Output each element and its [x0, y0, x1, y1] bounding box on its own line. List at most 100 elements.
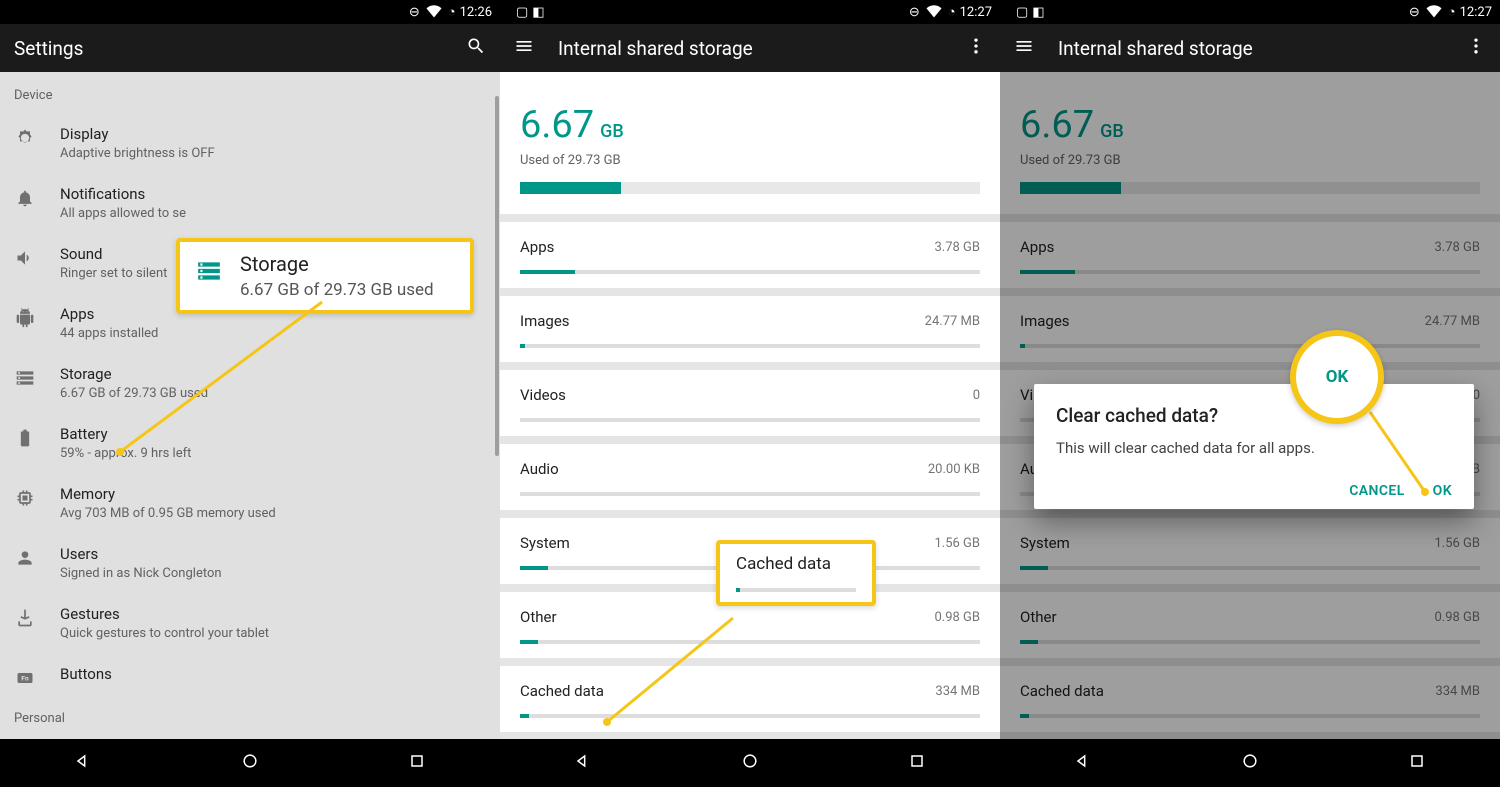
category-bar	[520, 640, 980, 644]
brightness-icon	[14, 127, 36, 149]
settings-list: Device DisplayAdaptive brightness is OFF…	[0, 72, 500, 739]
status-bar: ▢ ◧ ⊖ ◔ 12:27	[1000, 0, 1500, 24]
callout-cached: Cached data	[716, 540, 876, 606]
home-button[interactable]	[240, 751, 260, 775]
usage-bar	[520, 182, 980, 194]
category-name: Audio	[520, 460, 559, 478]
bell-icon	[14, 187, 36, 209]
dialog-title: Clear cached data?	[1056, 404, 1452, 427]
category-size: 20.00 KB	[928, 462, 980, 477]
recents-button[interactable]	[907, 751, 927, 775]
category-bar	[520, 344, 980, 348]
clock: 12:27	[960, 5, 992, 20]
setting-title: Buttons	[60, 665, 112, 683]
setting-memory[interactable]: Memory Avg 703 MB of 0.95 GB memory used	[0, 473, 500, 533]
setting-gesture[interactable]: Gestures Quick gestures to control your t…	[0, 593, 500, 653]
category-size: 334 MB	[935, 684, 980, 699]
category-size: 24.77 MB	[925, 314, 980, 329]
loading-icon: ◔	[948, 4, 956, 20]
category-videos[interactable]: Videos 0	[500, 370, 1000, 436]
category-size: 0	[973, 388, 980, 403]
category-audio[interactable]: Audio 20.00 KB	[500, 444, 1000, 510]
back-button[interactable]	[573, 751, 593, 775]
category-apps[interactable]: Apps 3.78 GB	[500, 222, 1000, 288]
fn-icon: Fn	[14, 667, 36, 689]
storage-icon	[14, 367, 36, 389]
search-button[interactable]	[466, 36, 486, 60]
wifi-icon	[924, 0, 944, 24]
setting-title: Apps	[60, 305, 158, 323]
manage-storage-partial[interactable]: Manage storage	[520, 72, 980, 73]
setting-subtitle: 59% - approx. 9 hrs left	[60, 446, 191, 461]
setting-title: Display	[60, 125, 215, 143]
cancel-button[interactable]: CANCEL	[1349, 483, 1404, 499]
hamburger-button[interactable]	[514, 36, 534, 60]
pane-dialog: ▢ ◧ ⊖ ◔ 12:27 Internal shared storage Ma…	[1000, 0, 1500, 787]
home-button[interactable]	[1240, 751, 1260, 775]
setting-title: Memory	[60, 485, 276, 503]
used-value: 6.67	[520, 103, 594, 147]
dialog-message: This will clear cached data for all apps…	[1056, 439, 1452, 457]
nav-bar	[0, 739, 500, 787]
setting-user[interactable]: UsersSigned in as Nick Congleton	[0, 533, 500, 593]
ok-button[interactable]: OK	[1433, 483, 1452, 499]
category-bar	[520, 270, 980, 274]
back-button[interactable]	[1073, 751, 1093, 775]
app-bar: Settings	[0, 24, 500, 72]
setting-subtitle: 6.67 GB of 29.73 GB used	[60, 386, 208, 401]
setting-title: Battery	[60, 425, 191, 443]
back-button[interactable]	[73, 751, 93, 775]
setting-brightness[interactable]: Display Adaptive brightness is OFF	[0, 113, 500, 173]
category-name: Cached data	[520, 682, 604, 700]
recents-button[interactable]	[407, 751, 427, 775]
category-size: 3.78 GB	[934, 240, 980, 255]
wifi-icon	[424, 0, 444, 24]
setting-title: Gestures	[60, 605, 269, 623]
status-bar: ⊖ ◔ 12:26	[0, 0, 500, 24]
setting-bell[interactable]: NotificationsAll apps allowed to se	[0, 173, 500, 233]
callout-storage-sub: 6.67 GB of 29.73 GB used	[240, 280, 434, 300]
setting-battery[interactable]: Battery 59% - approx. 9 hrs left	[0, 413, 500, 473]
category-name: Apps	[520, 238, 554, 256]
category-name: Images	[520, 312, 570, 330]
storage-content: Manage storage 6.67 GB Used of 29.73 GB …	[500, 72, 1000, 739]
shield-icon: ▢	[1016, 5, 1028, 20]
page-title: Settings	[14, 37, 83, 60]
setting-subtitle: Avg 703 MB of 0.95 GB memory used	[60, 506, 276, 521]
overflow-button[interactable]	[966, 36, 986, 60]
section-personal: Personal	[0, 701, 500, 736]
app-bar: Internal shared storage	[1000, 24, 1500, 72]
category-cached-data[interactable]: Cached data 334 MB	[500, 666, 1000, 732]
page-title: Internal shared storage	[558, 37, 753, 60]
status-bar: ▢ ◧ ⊖ ◔ 12:27	[500, 0, 1000, 24]
clock: 12:26	[460, 5, 492, 20]
scrollbar[interactable]	[495, 96, 499, 456]
clock: 12:27	[1460, 5, 1492, 20]
picture-icon: ◧	[532, 5, 544, 20]
memory-icon	[14, 487, 36, 509]
setting-storage[interactable]: Storage6.67 GB of 29.73 GB used	[0, 353, 500, 413]
setting-fn[interactable]: Fn Buttons	[0, 653, 500, 701]
callout-storage: Storage 6.67 GB of 29.73 GB used	[176, 238, 474, 314]
category-name: Other	[520, 608, 557, 626]
category-bar	[520, 492, 980, 496]
setting-subtitle: 44 apps installed	[60, 326, 158, 341]
recents-button[interactable]	[1407, 751, 1427, 775]
callout-cached-title: Cached data	[736, 554, 856, 574]
setting-title: Sound	[60, 245, 167, 263]
setting-title: Users	[60, 545, 222, 563]
storage-content: Manage storage 6.67 GB Used of 29.73 GB …	[1000, 72, 1500, 739]
category-bar	[520, 714, 980, 718]
dnd-icon: ⊖	[409, 5, 420, 20]
setting-subtitle: Adaptive brightness is OFF	[60, 146, 215, 161]
setting-subtitle: Quick gestures to control your tablet	[60, 626, 269, 641]
category-name: Videos	[520, 386, 566, 404]
setting-subtitle: All apps allowed to se	[60, 206, 186, 221]
callout-storage-title: Storage	[240, 252, 434, 276]
dnd-icon: ⊖	[909, 5, 920, 20]
hamburger-button[interactable]	[1014, 36, 1034, 60]
home-button[interactable]	[740, 751, 760, 775]
category-images[interactable]: Images 24.77 MB	[500, 296, 1000, 362]
overflow-button[interactable]	[1466, 36, 1486, 60]
volume-icon	[14, 247, 36, 269]
